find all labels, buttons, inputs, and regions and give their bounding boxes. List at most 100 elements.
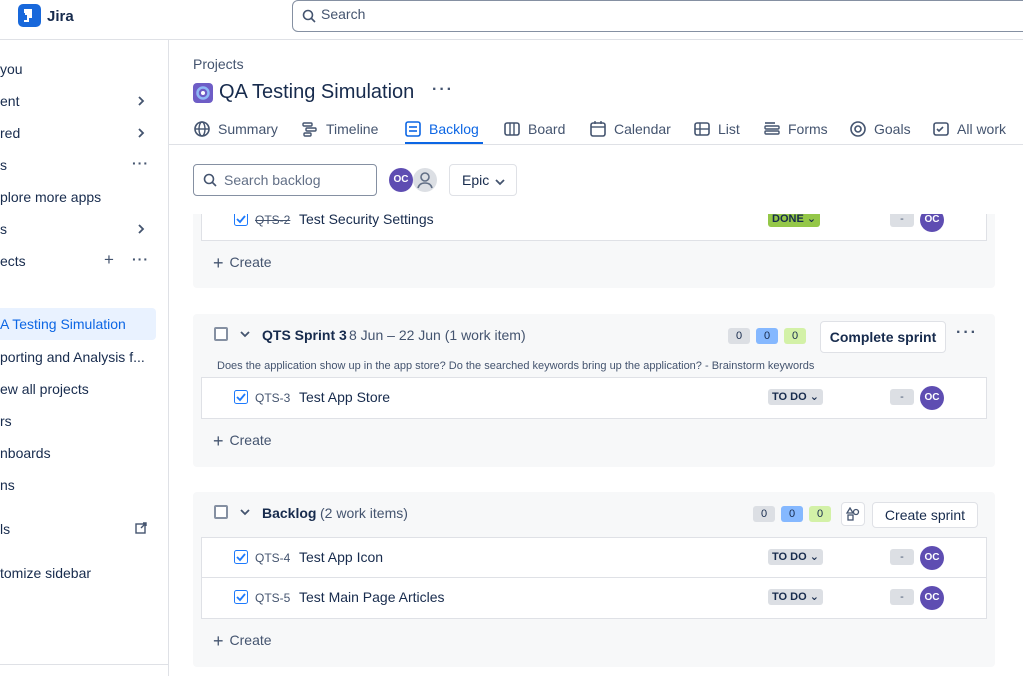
unassigned-avatar-icon[interactable] <box>413 168 437 192</box>
global-search[interactable] <box>292 0 1023 32</box>
more-icon[interactable]: ··· <box>132 251 149 267</box>
complete-sprint-button[interactable]: Complete sprint <box>820 321 946 353</box>
sidebar-item-goals[interactable]: ls <box>0 515 168 543</box>
issue-key[interactable]: QTS-5 <box>255 591 290 605</box>
estimate-badge[interactable]: - <box>890 389 914 405</box>
sidebar-item-customize-sidebar[interactable]: tomize sidebar <box>0 559 168 587</box>
issue-key[interactable]: QTS-2 <box>255 214 290 227</box>
sidebar-item-label: ects <box>0 253 26 269</box>
create-issue-button[interactable]: + Create <box>213 431 272 452</box>
done-count: 0 <box>809 506 831 522</box>
task-icon <box>234 590 248 604</box>
sidebar-item-label: s <box>0 157 7 173</box>
chevron-right-icon[interactable] <box>135 127 147 139</box>
sprint-name[interactable]: QTS Sprint 3 <box>262 327 347 343</box>
task-icon <box>234 550 248 564</box>
sprint-3-issue-list: QTS-3 Test App Store TO DO ⌄ - OC <box>201 377 987 419</box>
backlog-header: Backlog (2 work items) 0 0 0 Create spri… <box>193 492 995 532</box>
todo-count: 0 <box>728 328 750 344</box>
sidebar-item-teams[interactable]: ns <box>0 471 168 499</box>
main-content: Projects QA Testing Simulation ··· Summa… <box>169 40 1023 676</box>
sidebar-item-for-you[interactable]: you <box>0 55 168 83</box>
sprint-2-issue-list: QTS-2 Test Security Settings DONE ⌄ - OC <box>201 214 987 241</box>
backlog-icon <box>405 121 421 137</box>
table-row[interactable]: QTS-2 Test Security Settings DONE ⌄ - OC <box>202 214 986 240</box>
sidebar-item-explore-apps[interactable]: plore more apps <box>0 183 168 211</box>
plus-icon[interactable]: + <box>104 250 114 270</box>
issue-summary[interactable]: Test App Store <box>299 389 390 405</box>
issue-key[interactable]: QTS-4 <box>255 551 290 565</box>
in-progress-count: 0 <box>781 506 803 522</box>
table-row[interactable]: QTS-3 Test App Store TO DO ⌄ - OC <box>202 378 986 418</box>
chevron-down-icon[interactable] <box>239 328 251 340</box>
status-badge[interactable]: TO DO ⌄ <box>768 389 823 405</box>
avatar[interactable]: OC <box>389 168 413 192</box>
tab-label: Forms <box>788 121 828 137</box>
jira-logo-icon[interactable] <box>18 4 41 27</box>
estimate-badge[interactable]: - <box>890 214 914 227</box>
create-issue-button[interactable]: + Create <box>213 253 272 274</box>
status-badge[interactable]: TO DO ⌄ <box>768 589 823 605</box>
timeline-icon <box>302 122 317 137</box>
sidebar-item-reporting-analysis[interactable]: porting and Analysis f... <box>0 343 168 371</box>
avatar[interactable]: OC <box>920 214 944 232</box>
sidebar-item-label: ent <box>0 93 20 109</box>
sidebar-item-qa-testing-simulation[interactable]: A Testing Simulation <box>0 308 156 340</box>
avatar[interactable]: OC <box>920 546 944 570</box>
create-sprint-button[interactable]: Create sprint <box>872 502 978 528</box>
backlog-select-checkbox[interactable] <box>214 505 228 519</box>
status-label: TO DO <box>772 591 807 603</box>
task-icon <box>234 214 248 226</box>
more-icon[interactable]: ··· <box>132 155 149 171</box>
tab-label: Goals <box>874 121 911 137</box>
epic-filter-button[interactable]: Epic <box>449 164 517 196</box>
backlog-search[interactable] <box>193 164 377 196</box>
sidebar-item-label: porting and Analysis f... <box>0 349 145 365</box>
sidebar-item-filters[interactable]: rs <box>0 407 168 435</box>
issue-summary[interactable]: Test Main Page Articles <box>299 589 445 605</box>
task-icon <box>234 390 248 404</box>
table-row[interactable]: QTS-5 Test Main Page Articles TO DO ⌄ - … <box>202 578 986 618</box>
more-icon[interactable]: ··· <box>432 81 454 99</box>
sidebar-item-label: A Testing Simulation <box>0 316 126 332</box>
backlog-scroll-area[interactable]: QTS-2 Test Security Settings DONE ⌄ - OC… <box>193 214 1003 676</box>
create-issue-button[interactable]: + Create <box>213 631 272 652</box>
in-progress-count: 0 <box>756 328 778 344</box>
shapes-button[interactable] <box>841 502 865 526</box>
sprint-select-checkbox[interactable] <box>214 327 228 341</box>
tab-label: List <box>718 121 740 137</box>
chevron-right-icon[interactable] <box>135 223 147 235</box>
more-icon[interactable]: ··· <box>956 324 978 342</box>
sidebar-item-plans[interactable]: s <box>0 215 168 243</box>
avatar[interactable]: OC <box>920 586 944 610</box>
chevron-down-icon[interactable] <box>239 506 251 518</box>
issue-summary[interactable]: Test Security Settings <box>299 214 434 227</box>
sidebar-item-apps[interactable]: s ··· <box>0 151 168 179</box>
estimate-badge[interactable]: - <box>890 549 914 565</box>
issue-summary[interactable]: Test App Icon <box>299 549 383 565</box>
table-row[interactable]: QTS-4 Test App Icon TO DO ⌄ - OC <box>202 538 986 578</box>
app-name[interactable]: Jira <box>47 8 74 25</box>
backlog-search-input[interactable] <box>224 172 364 188</box>
sidebar-item-starred[interactable]: red <box>0 119 168 147</box>
external-link-icon <box>135 522 147 534</box>
estimate-badge[interactable]: - <box>890 589 914 605</box>
sidebar-item-view-all-projects[interactable]: ew all projects <box>0 375 168 403</box>
sidebar-item-recent[interactable]: ent <box>0 87 168 115</box>
status-label: TO DO <box>772 391 807 403</box>
tab-label: Summary <box>218 121 278 137</box>
sprint-goal: Does the application show up in the app … <box>217 360 815 372</box>
list-icon <box>694 122 710 136</box>
issue-key[interactable]: QTS-3 <box>255 391 290 405</box>
sidebar-item-projects[interactable]: ects + ··· <box>0 247 168 275</box>
sidebar-item-dashboards[interactable]: nboards <box>0 439 168 467</box>
backlog-name[interactable]: Backlog <box>262 505 316 521</box>
status-badge[interactable]: DONE ⌄ <box>768 214 821 227</box>
forms-icon <box>764 122 780 135</box>
breadcrumb[interactable]: Projects <box>193 56 244 72</box>
status-badge[interactable]: TO DO ⌄ <box>768 549 823 565</box>
global-search-input[interactable] <box>321 6 921 22</box>
sidebar: you ent red s ··· plore more apps s ects… <box>0 40 169 676</box>
avatar[interactable]: OC <box>920 386 944 410</box>
chevron-right-icon[interactable] <box>135 95 147 107</box>
